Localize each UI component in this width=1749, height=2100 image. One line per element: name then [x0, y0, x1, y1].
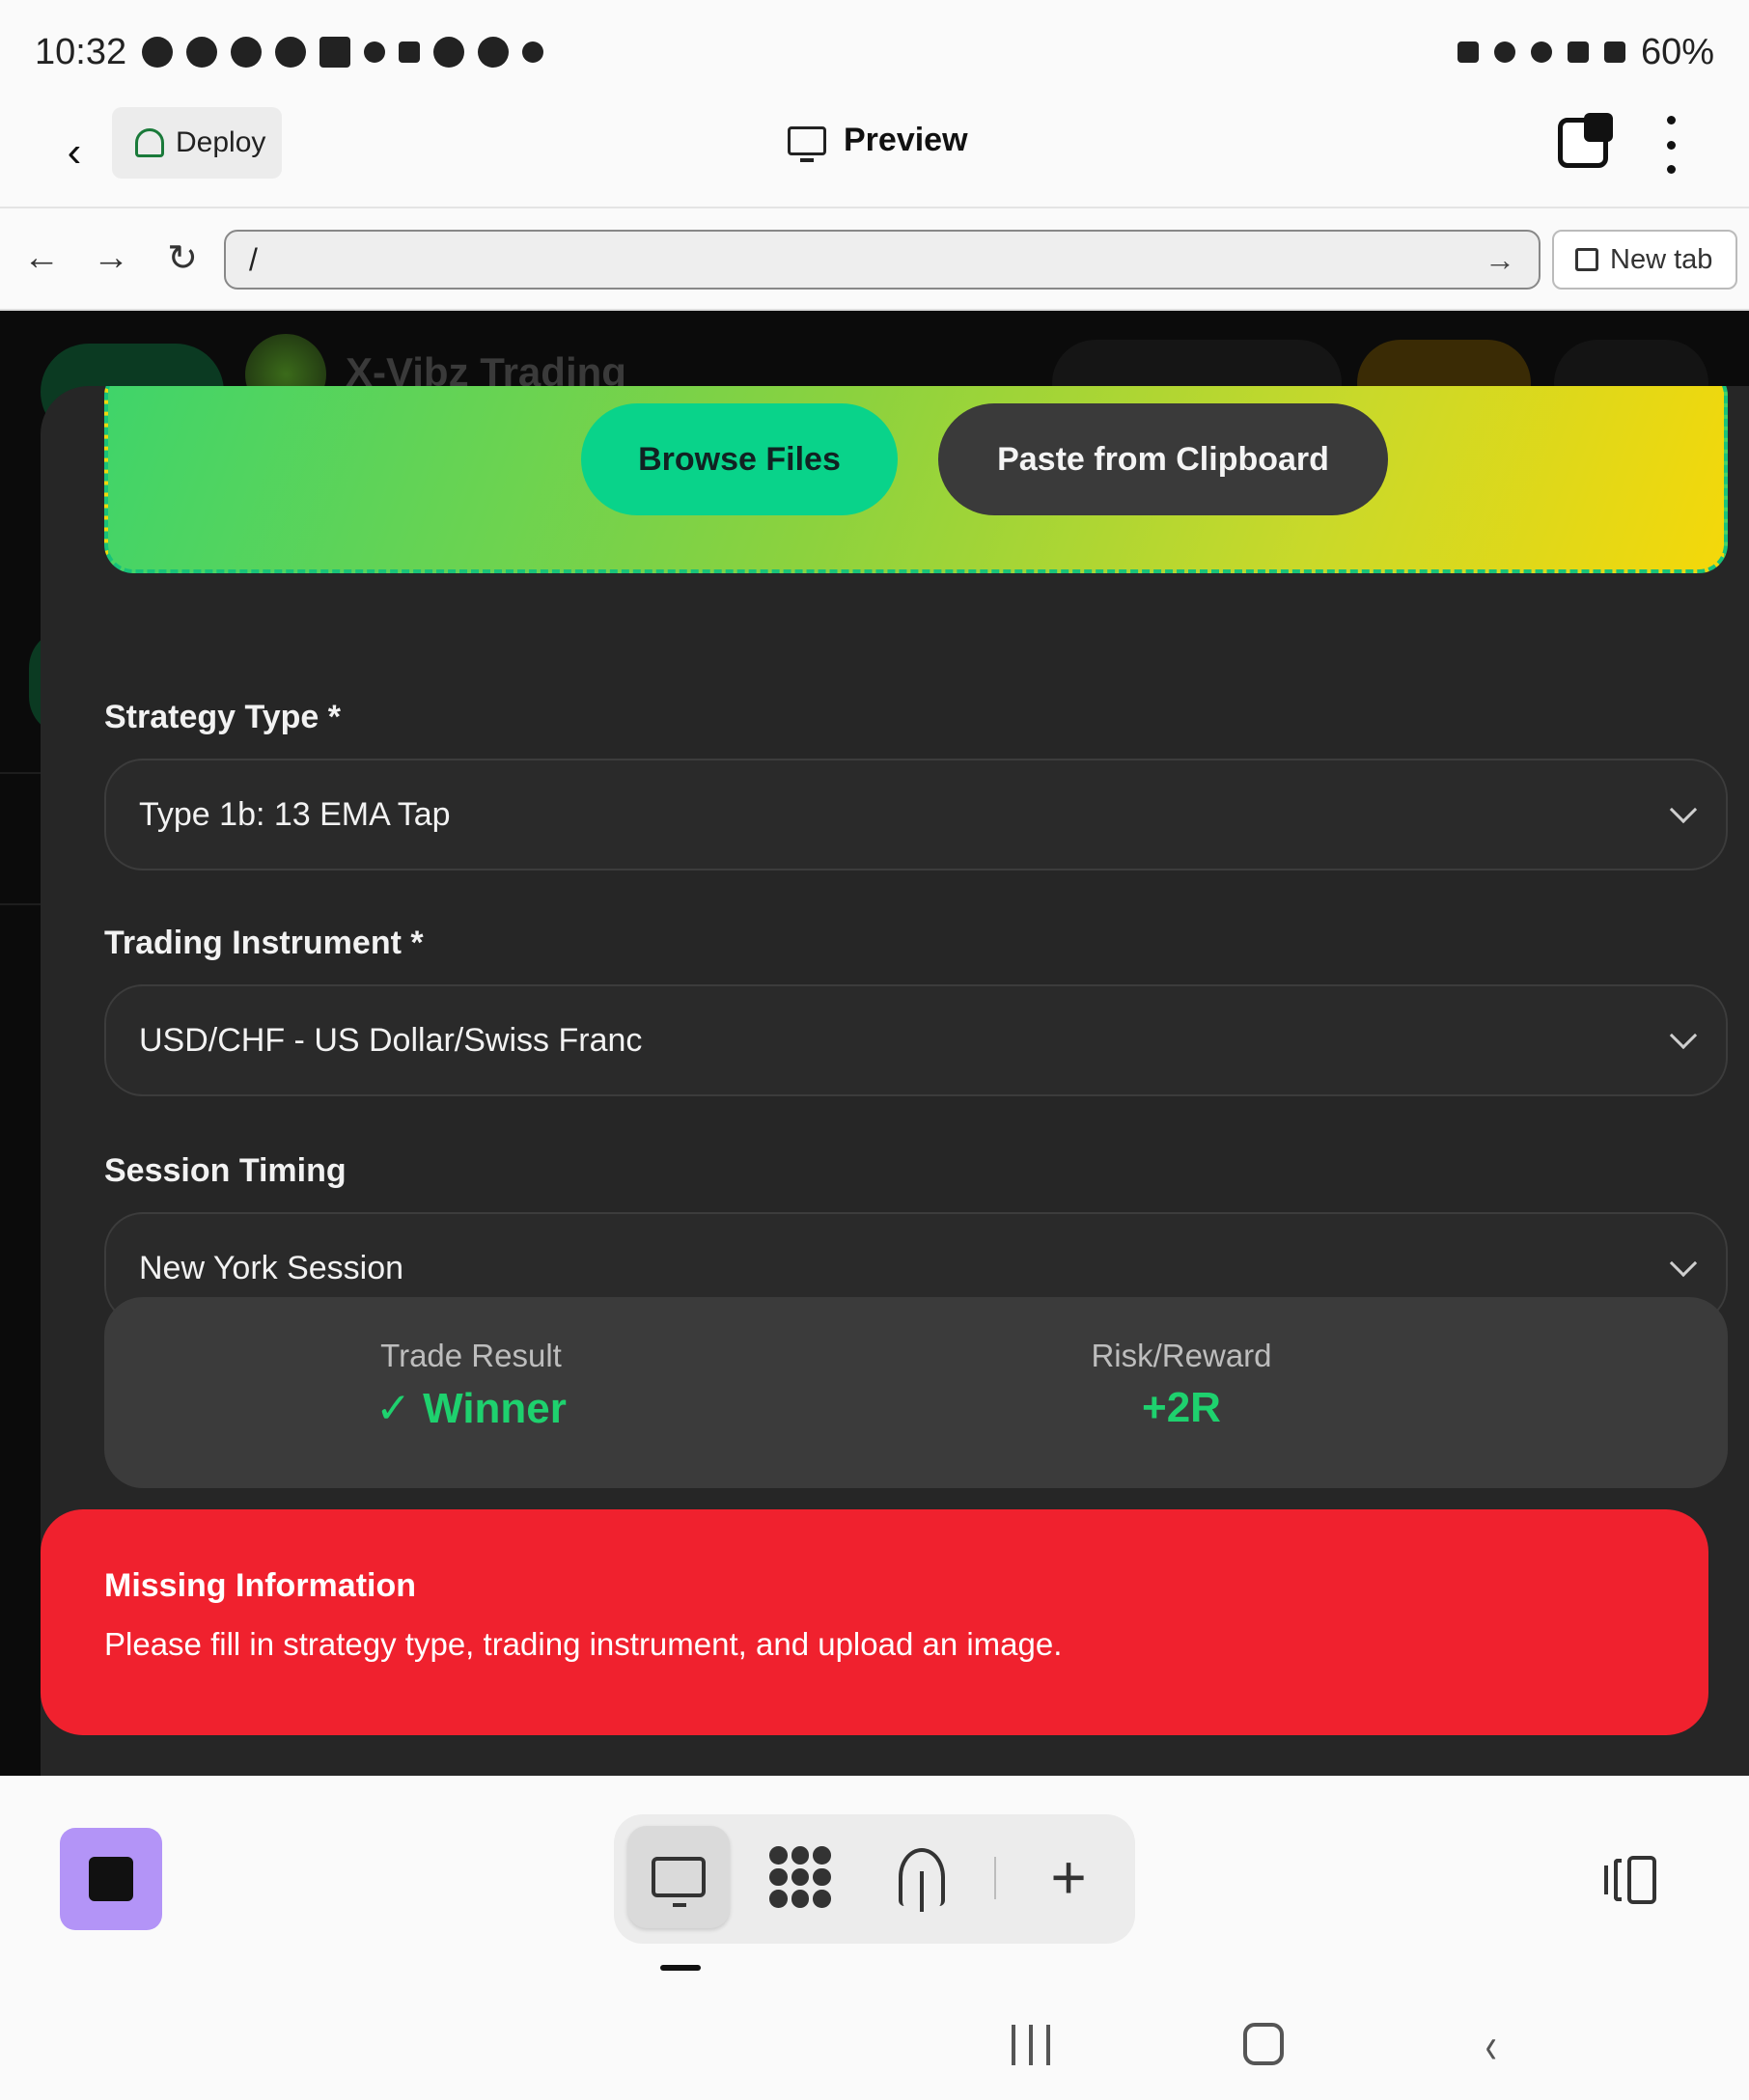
- deploy-label: Deploy: [176, 126, 266, 158]
- arrow-right-icon: →: [93, 236, 129, 278]
- image-dropzone[interactable]: Browse Files Paste from Clipboard: [104, 386, 1728, 573]
- risk-reward-value: +2R: [1142, 1384, 1221, 1431]
- dots-icon: [399, 41, 421, 63]
- chevron-down-icon: [1669, 1249, 1698, 1278]
- status-right: 60%: [1457, 31, 1714, 73]
- monitor-icon: [652, 1857, 706, 1907]
- facebook-icon: [186, 37, 218, 68]
- external-link-icon: [1575, 248, 1598, 271]
- preview-title: Preview: [788, 122, 968, 162]
- pinterest-icon: [275, 37, 307, 68]
- facebook-icon: [231, 37, 263, 68]
- arrow-left-icon: ←: [23, 236, 60, 278]
- reload-icon: ↻: [167, 237, 198, 279]
- stop-button[interactable]: [60, 1828, 162, 1930]
- cloud-icon: [522, 41, 544, 63]
- toast-message: Please fill in strategy type, trading in…: [104, 1626, 1063, 1662]
- more-menu-button[interactable]: [1656, 116, 1685, 174]
- browser-back-button[interactable]: ←: [19, 235, 64, 280]
- alarm-icon: [1493, 41, 1515, 63]
- trading-instrument-select[interactable]: USD/CHF - US Dollar/Swiss Franc: [104, 984, 1728, 1096]
- risk-reward-label: Risk/Reward: [1091, 1338, 1272, 1373]
- back-button[interactable]: ‹: [50, 124, 98, 181]
- session-timing-value: New York Session: [139, 1249, 404, 1286]
- notification-icons: [142, 37, 544, 68]
- url-text: /: [249, 241, 258, 277]
- deploy-button[interactable]: Deploy: [112, 107, 282, 179]
- home-button[interactable]: [1243, 2023, 1284, 2065]
- status-time: 10:32: [35, 31, 127, 72]
- strategy-type-label: Strategy Type *: [104, 699, 342, 735]
- deploy-icon: [135, 128, 164, 157]
- strategy-type-value: Type 1b: 13 EMA Tap: [139, 795, 451, 833]
- battery-saver-icon: [1457, 41, 1479, 63]
- risk-reward-block: Risk/Reward +2R: [1008, 1338, 1355, 1432]
- system-back-button[interactable]: ‹: [1485, 2017, 1497, 2075]
- trade-result-label: Trade Result: [380, 1338, 562, 1373]
- battery-level: 60%: [1640, 31, 1714, 72]
- bluetooth-icon: [1530, 41, 1552, 63]
- session-timing-label: Session Timing: [104, 1152, 347, 1189]
- wave-icon: [364, 41, 386, 63]
- trading-instrument-label: Trading Instrument *: [104, 925, 424, 961]
- chevron-down-icon: [1669, 795, 1698, 824]
- antenna-icon: [899, 1848, 945, 1912]
- tabs-button[interactable]: [1558, 113, 1613, 168]
- trade-summary-card: Trade Result ✓ Winner Risk/Reward +2R: [104, 1297, 1728, 1488]
- new-tab-button[interactable]: New tab: [1552, 230, 1737, 290]
- trading-instrument-value: USD/CHF - US Dollar/Swiss Franc: [139, 1021, 643, 1059]
- trade-result-value: ✓ Winner: [375, 1385, 567, 1432]
- trade-result-block: Trade Result ✓ Winner: [297, 1338, 645, 1433]
- tree-icon: [433, 37, 465, 68]
- recent-apps-button[interactable]: [1012, 2025, 1050, 2065]
- preview-label: Preview: [844, 122, 968, 158]
- chevron-down-icon: [1669, 1021, 1698, 1050]
- workflow-view-button[interactable]: [749, 1826, 851, 1928]
- deploy-view-button[interactable]: [871, 1826, 973, 1928]
- toast-title: Missing Information: [104, 1567, 416, 1604]
- messenger-icon: [142, 37, 174, 68]
- signal-icon: [1603, 41, 1625, 63]
- strategy-type-select[interactable]: Type 1b: 13 EMA Tap: [104, 759, 1728, 870]
- error-toast[interactable]: Missing Information Please fill in strat…: [41, 1509, 1708, 1735]
- status-time-group: 10:32: [35, 31, 544, 73]
- status-bar: 10:32 60%: [0, 0, 1749, 104]
- new-tab-label: New tab: [1610, 243, 1713, 275]
- system-navigation: ‹: [0, 1988, 1749, 2100]
- monitor-icon: [788, 125, 826, 162]
- active-indicator: [660, 1965, 701, 1971]
- toolbar-divider: [994, 1857, 996, 1899]
- url-input[interactable]: / →: [224, 230, 1541, 290]
- plus-icon: +: [1050, 1842, 1087, 1912]
- facebook-icon: [478, 37, 510, 68]
- chevron-left-icon: ‹: [67, 128, 82, 176]
- browser-bar: ← → ↻ / → New tab: [0, 210, 1749, 311]
- reload-button[interactable]: ↻: [160, 235, 205, 280]
- go-arrow-icon[interactable]: →: [1485, 242, 1515, 278]
- stop-icon: [89, 1857, 133, 1901]
- app-header: ‹ Deploy Preview: [0, 104, 1749, 208]
- add-button[interactable]: +: [1017, 1826, 1120, 1928]
- panel-toggle-button[interactable]: [1604, 1855, 1666, 1905]
- molecule-icon: [769, 1846, 831, 1908]
- 5g-icon: [1567, 41, 1589, 63]
- paste-clipboard-button[interactable]: Paste from Clipboard: [938, 403, 1388, 515]
- myq-icon: [319, 37, 351, 68]
- view-switcher: +: [614, 1814, 1135, 1944]
- browser-forward-button[interactable]: →: [89, 235, 133, 280]
- browse-files-button[interactable]: Browse Files: [581, 403, 898, 515]
- preview-view-button[interactable]: [627, 1826, 730, 1928]
